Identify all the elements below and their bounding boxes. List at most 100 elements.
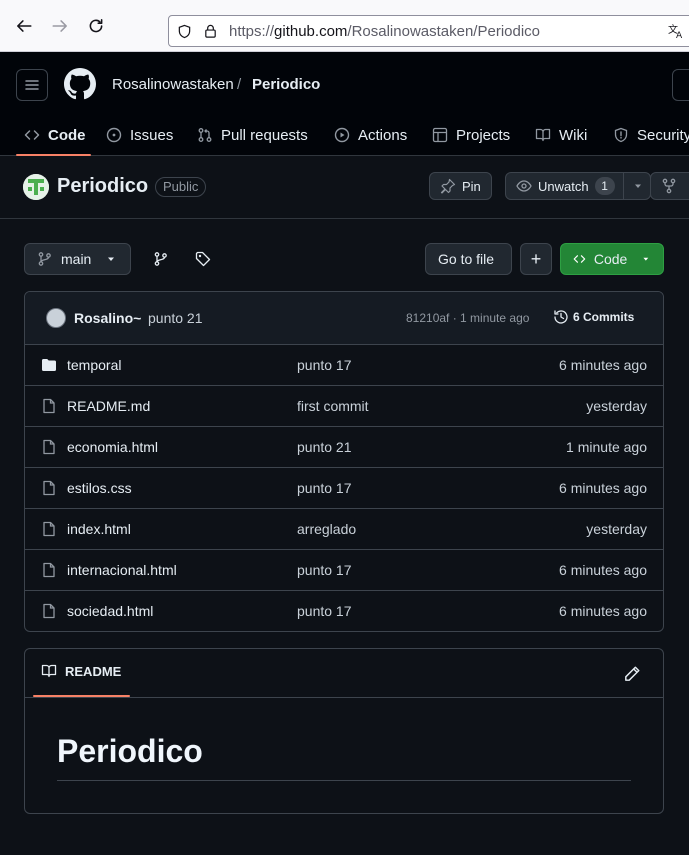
readme-tab[interactable]: README	[41, 663, 121, 679]
pencil-icon[interactable]	[623, 665, 641, 683]
tag-icon	[195, 251, 211, 267]
code-icon	[573, 255, 586, 263]
file-commit-message[interactable]: punto 17	[297, 562, 352, 578]
tags-button[interactable]	[193, 249, 213, 269]
hamburger-icon	[25, 80, 39, 90]
tab-wiki[interactable]: Wiki	[535, 114, 587, 156]
breadcrumb-repo[interactable]: Periodico	[252, 76, 320, 93]
menu-button[interactable]	[16, 69, 48, 101]
commit-meta[interactable]: 81210af · 1 minute ago	[406, 311, 529, 325]
file-icon	[43, 562, 55, 578]
repo-owner-avatar[interactable]	[23, 174, 49, 200]
table-row[interactable]: sociedad.html punto 17 6 minutes ago	[25, 591, 663, 631]
history-icon	[554, 310, 568, 324]
back-button[interactable]	[12, 14, 36, 38]
translate-icon[interactable]: 文A	[667, 22, 685, 40]
file-name[interactable]: sociedad.html	[67, 603, 153, 619]
repo-header: Periodico Public Pin Unwatch 1	[0, 157, 689, 219]
caret-down-icon	[108, 257, 115, 261]
button-divider	[622, 173, 624, 199]
table-row[interactable]: internacional.html punto 17 6 minutes ago	[25, 550, 663, 591]
browser-toolbar: https://github.com/Rosalinowastaken/Peri…	[0, 0, 689, 52]
go-to-file-button[interactable]: Go to file	[425, 243, 512, 275]
file-list: Rosalino~ punto 21 81210af · 1 minute ag…	[24, 291, 664, 632]
identicon-icon	[23, 174, 49, 200]
file-icon	[43, 439, 55, 455]
address-bar[interactable]: https://github.com/Rosalinowastaken/Peri…	[168, 15, 689, 47]
file-date: yesterday	[586, 521, 647, 537]
reload-button[interactable]	[84, 14, 108, 38]
tab-projects[interactable]: Projects	[432, 114, 510, 156]
commits-link[interactable]: 6 Commits	[553, 309, 634, 325]
file-name[interactable]: temporal	[67, 357, 121, 373]
forward-button[interactable]	[48, 14, 72, 38]
eye-icon	[516, 180, 532, 192]
search-button[interactable]	[672, 69, 689, 101]
branch-selector[interactable]: main	[24, 243, 131, 275]
table-row[interactable]: estilos.css punto 17 6 minutes ago	[25, 468, 663, 509]
branch-icon	[154, 252, 167, 266]
file-commit-message[interactable]: punto 17	[297, 603, 352, 619]
file-commit-message[interactable]: arreglado	[297, 521, 356, 537]
file-commit-message[interactable]: punto 17	[297, 480, 352, 496]
branches-button[interactable]	[151, 249, 171, 269]
active-tab-indicator	[16, 154, 91, 156]
tab-code[interactable]: Code	[24, 114, 86, 156]
tab-actions[interactable]: Actions	[334, 114, 407, 156]
lock-icon	[205, 24, 216, 38]
file-date: 6 minutes ago	[559, 480, 647, 496]
table-row[interactable]: economia.html punto 21 1 minute ago	[25, 427, 663, 468]
arrow-left-icon	[17, 20, 32, 32]
book-icon	[41, 664, 57, 678]
svg-text:A: A	[676, 31, 683, 40]
latest-commit-bar: Rosalino~ punto 21 81210af · 1 minute ag…	[25, 292, 663, 345]
fork-icon	[662, 178, 676, 194]
reload-icon	[89, 19, 103, 33]
commit-message[interactable]: punto 21	[148, 310, 203, 326]
fork-button[interactable]	[650, 172, 689, 200]
url-text: https://github.com/Rosalinowastaken/Peri…	[229, 23, 541, 40]
table-row[interactable]: temporal punto 17 6 minutes ago	[25, 345, 663, 386]
file-commit-message[interactable]: punto 17	[297, 357, 352, 373]
file-date: yesterday	[586, 398, 647, 414]
code-icon	[24, 130, 40, 140]
divider	[25, 697, 663, 698]
caret-down-icon	[643, 257, 649, 261]
caret-down-icon	[634, 184, 641, 188]
repo-title[interactable]: Periodico	[57, 175, 148, 198]
tab-issues[interactable]: Issues	[106, 114, 173, 156]
visibility-badge: Public	[155, 177, 207, 197]
breadcrumb-separator: /	[237, 76, 242, 93]
table-row[interactable]: README.md first commit yesterday	[25, 386, 663, 427]
github-logo-icon[interactable]	[64, 68, 96, 100]
tab-pull-requests[interactable]: Pull requests	[197, 114, 308, 156]
folder-icon	[42, 359, 56, 371]
file-commit-message[interactable]: first commit	[297, 398, 369, 414]
file-name[interactable]: estilos.css	[67, 480, 132, 496]
file-name[interactable]: internacional.html	[67, 562, 177, 578]
commit-author[interactable]: Rosalino~	[74, 310, 141, 326]
file-name[interactable]: economia.html	[67, 439, 158, 455]
breadcrumb-owner[interactable]: Rosalinowastaken	[112, 76, 234, 93]
file-date: 1 minute ago	[566, 439, 647, 455]
shield-icon	[178, 24, 191, 39]
file-icon	[43, 521, 55, 537]
add-file-button[interactable]: +	[520, 243, 552, 275]
avatar[interactable]	[46, 308, 66, 328]
file-name[interactable]: README.md	[67, 398, 150, 414]
pull-request-icon	[198, 128, 212, 142]
file-commit-message[interactable]: punto 21	[297, 439, 352, 455]
branch-icon	[38, 252, 51, 266]
code-dropdown-button[interactable]: Code	[560, 243, 664, 275]
unwatch-button[interactable]: Unwatch 1	[505, 172, 651, 200]
file-date: 6 minutes ago	[559, 562, 647, 578]
watch-count: 1	[594, 177, 615, 195]
file-date: 6 minutes ago	[559, 603, 647, 619]
file-icon	[43, 603, 55, 619]
file-icon	[43, 398, 55, 414]
pin-button[interactable]: Pin	[429, 172, 492, 200]
file-name[interactable]: index.html	[67, 521, 131, 537]
table-row[interactable]: index.html arreglado yesterday	[25, 509, 663, 550]
book-icon	[535, 128, 551, 142]
tab-security[interactable]: Security	[613, 114, 689, 156]
